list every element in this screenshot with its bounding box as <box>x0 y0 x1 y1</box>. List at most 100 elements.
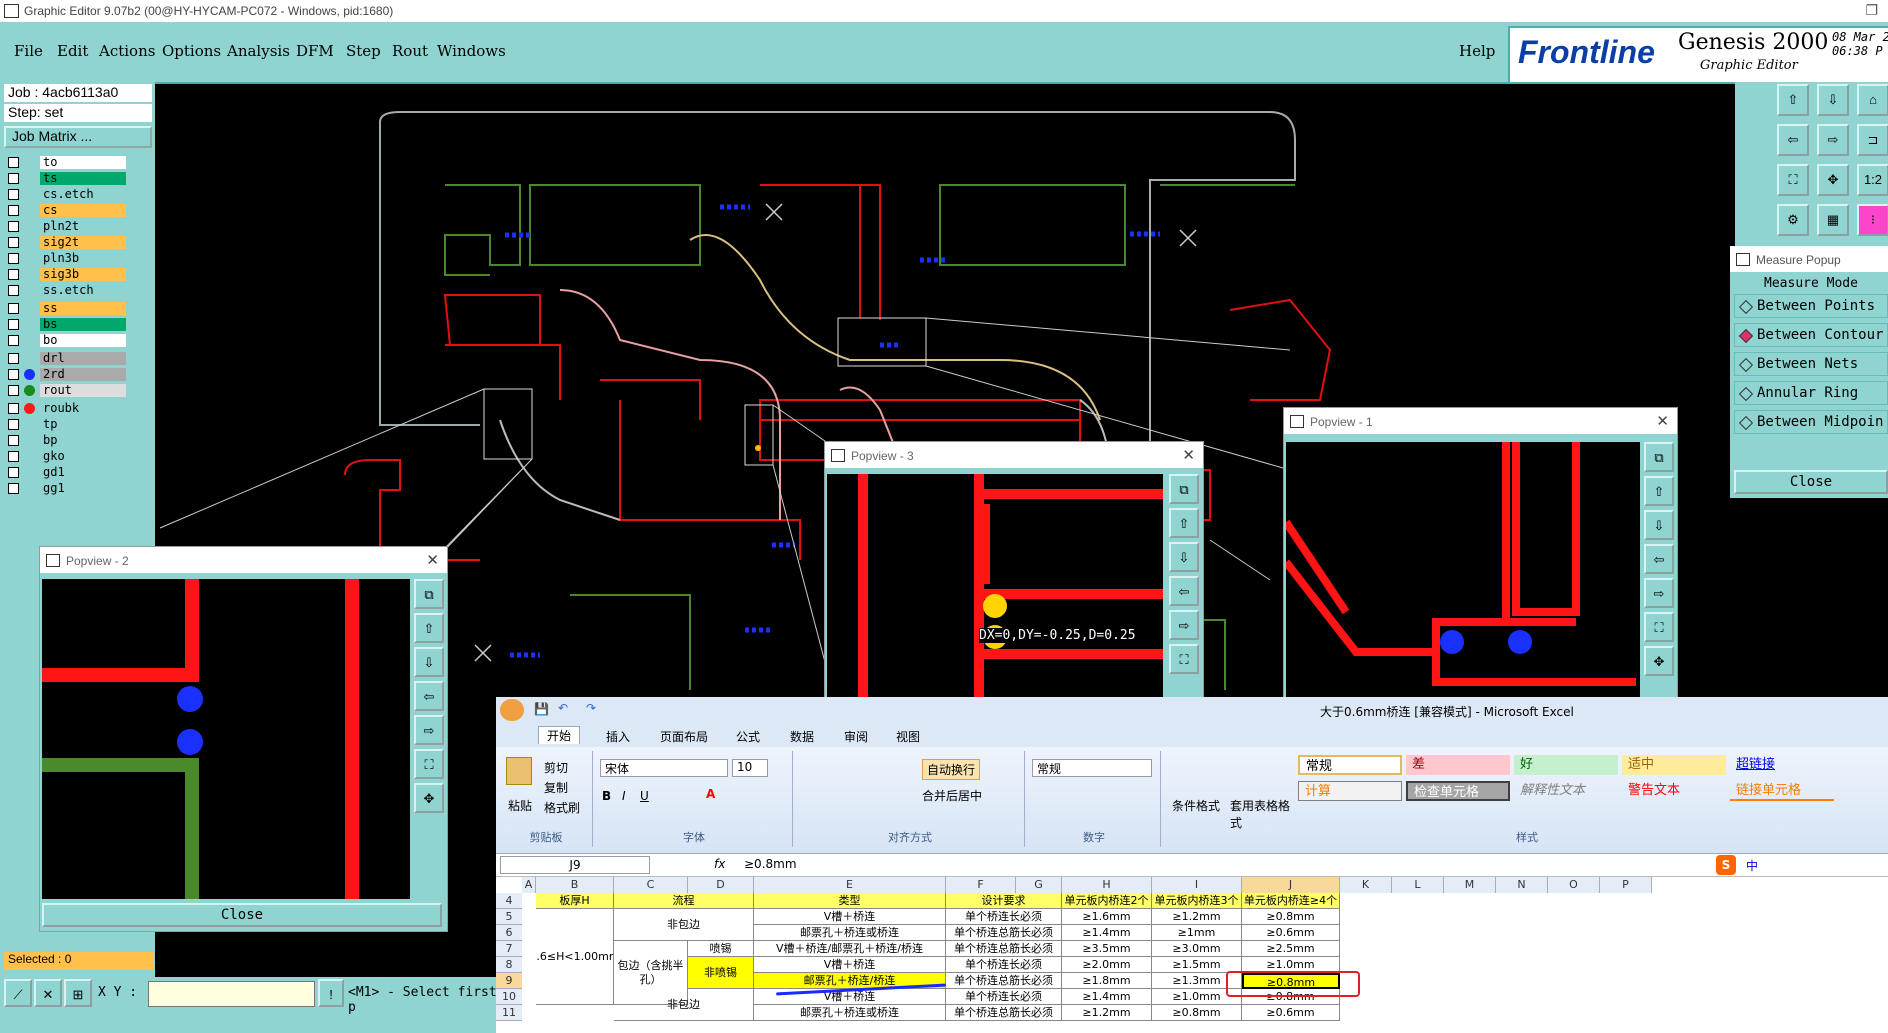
layer-checkbox[interactable] <box>8 451 19 462</box>
menu-actions[interactable]: Actions <box>99 42 155 60</box>
mode-annular-ring[interactable]: Annular Ring <box>1734 381 1888 405</box>
cell-requirement[interactable]: 单个桥连长必须 <box>946 989 1062 1005</box>
style-neutral[interactable]: 适中 <box>1622 755 1726 775</box>
layer-row[interactable]: pln2t <box>4 220 126 233</box>
cell-process[interactable]: 非包边 <box>614 989 754 1021</box>
mode-between-points[interactable]: Between Points <box>1734 294 1888 318</box>
view-left-icon[interactable]: ⇦ <box>1169 576 1199 606</box>
measure-close-button[interactable]: Close <box>1734 470 1888 494</box>
close-icon[interactable]: ✕ <box>1656 412 1669 430</box>
layer-row[interactable]: ts <box>4 172 126 185</box>
cell-value[interactable]: ≥3.0mm <box>1152 941 1242 957</box>
view-copy-icon[interactable]: ⧉ <box>414 579 444 609</box>
column-header[interactable]: B <box>536 877 614 893</box>
font-color-icon[interactable]: A <box>706 787 715 801</box>
font-size-select[interactable]: 10 <box>732 759 768 777</box>
tool-scale-icon[interactable]: 1:2 <box>1857 164 1888 196</box>
layer-row[interactable]: pln3b <box>4 252 126 265</box>
row-header[interactable]: 5 <box>496 909 522 925</box>
fx-icon[interactable]: fx <box>714 857 725 871</box>
layer-checkbox[interactable] <box>8 483 19 494</box>
layer-row[interactable]: gg1 <box>4 482 126 495</box>
cell-requirement[interactable]: 单个桥连总筋长必须 <box>946 973 1062 989</box>
cell-header[interactable]: 板厚H <box>536 893 614 909</box>
layer-row[interactable]: cs <box>4 204 126 217</box>
restore-icon[interactable]: ❐ <box>1865 2 1878 19</box>
layer-checkbox[interactable] <box>8 353 19 364</box>
layer-row[interactable]: tp <box>4 418 126 431</box>
tool-up-icon[interactable]: ⇧ <box>1777 84 1809 116</box>
cell-requirement[interactable]: 单个桥连长必须 <box>946 957 1062 973</box>
layer-row[interactable]: sig3b <box>4 268 126 281</box>
info-icon[interactable]: ! <box>318 979 344 1007</box>
cell-header[interactable]: 单元板内桥连≥4个 <box>1242 893 1340 909</box>
cell-header[interactable]: 单元板内桥连3个 <box>1152 893 1242 909</box>
layer-checkbox[interactable] <box>8 435 19 446</box>
tool-fit-icon[interactable]: ⛶ <box>1777 164 1809 196</box>
view-center-icon[interactable]: ✥ <box>414 783 444 813</box>
layer-row[interactable]: 2rd <box>4 368 126 381</box>
layer-row[interactable]: bp <box>4 434 126 447</box>
popview-2-view[interactable] <box>42 579 410 899</box>
row-header[interactable]: 7 <box>496 941 522 957</box>
layer-row[interactable]: ss <box>4 302 126 315</box>
cell-requirement[interactable]: 单个桥连长必须 <box>946 909 1062 925</box>
view-down-icon[interactable]: ⇩ <box>1169 542 1199 572</box>
view-down-icon[interactable]: ⇩ <box>1644 510 1674 540</box>
column-header[interactable]: I <box>1152 877 1242 893</box>
layer-row[interactable]: ss.etch <box>4 284 126 297</box>
format-as-table-button[interactable]: 套用表格格式 <box>1230 797 1290 831</box>
view-fit-icon[interactable]: ⛶ <box>1169 644 1199 674</box>
cell-value[interactable]: ≥3.5mm <box>1062 941 1152 957</box>
paste-button[interactable]: 粘贴 <box>508 797 532 814</box>
row-header[interactable]: 9 <box>496 973 522 989</box>
cell-requirement[interactable]: 单个桥连总筋长必须 <box>946 925 1062 941</box>
layer-checkbox[interactable] <box>8 385 19 396</box>
style-hyperlink[interactable]: 超链接 <box>1730 755 1834 775</box>
row-header[interactable]: 8 <box>496 957 522 973</box>
menu-file[interactable]: File <box>14 42 43 60</box>
layer-checkbox[interactable] <box>8 285 19 296</box>
cell-type[interactable]: V槽＋桥连/邮票孔＋桥连/桥连 <box>754 941 946 957</box>
cell-type[interactable]: V槽＋桥连 <box>754 957 946 973</box>
style-linked-cell[interactable]: 链接单元格 <box>1730 781 1834 801</box>
tool-pan-icon[interactable]: ⊐ <box>1857 124 1888 156</box>
tab-layout[interactable]: 页面布局 <box>660 728 708 745</box>
cell-value[interactable]: ≥1.4mm <box>1062 989 1152 1005</box>
layer-checkbox[interactable] <box>8 403 19 414</box>
layer-checkbox[interactable] <box>8 205 19 216</box>
row-header[interactable]: 6 <box>496 925 522 941</box>
spreadsheet-grid[interactable]: A B C D E F G H I J K L M N O P 4 5 6 7 8 9 10 11 板厚H 流程 类型 设计要求 单元板… <box>496 877 1888 1033</box>
style-normal[interactable]: 常规 <box>1298 755 1402 775</box>
menu-windows[interactable]: Windows <box>437 42 506 60</box>
cell-thickness[interactable]: 0.6≤H<1.00mm <box>536 909 614 1005</box>
layer-checkbox[interactable] <box>8 157 19 168</box>
layer-row[interactable]: to <box>4 156 126 169</box>
cell-requirement[interactable]: 单个桥连总筋长必须 <box>946 941 1062 957</box>
view-up-icon[interactable]: ⇧ <box>1644 476 1674 506</box>
layer-checkbox[interactable] <box>8 253 19 264</box>
tool-home-icon[interactable]: ⌂ <box>1857 84 1888 116</box>
layer-checkbox[interactable] <box>8 319 19 330</box>
tab-insert[interactable]: 插入 <box>606 728 630 745</box>
row-header[interactable]: 11 <box>496 1005 522 1021</box>
cell-header[interactable]: 单元板内桥连2个 <box>1062 893 1152 909</box>
ime-mode[interactable]: 中 <box>1746 857 1758 874</box>
bold-icon[interactable]: B <box>602 789 611 803</box>
conditional-format-button[interactable]: 条件格式 <box>1172 797 1220 814</box>
layer-row[interactable]: rout <box>4 384 126 397</box>
column-header[interactable]: M <box>1444 877 1496 893</box>
cell-value[interactable]: ≥0.8mm <box>1242 909 1340 925</box>
column-header[interactable]: C <box>614 877 688 893</box>
layer-row[interactable]: drl <box>4 352 126 365</box>
close-icon[interactable]: ✕ <box>426 551 439 569</box>
row-header[interactable]: 10 <box>496 989 522 1005</box>
cell-value[interactable]: ≥2.0mm <box>1062 957 1152 973</box>
layer-row[interactable]: bo <box>4 334 126 347</box>
view-right-icon[interactable]: ⇨ <box>1169 610 1199 640</box>
tool-center-icon[interactable]: ✥ <box>1817 164 1849 196</box>
column-header[interactable]: N <box>1496 877 1548 893</box>
cell-value[interactable]: ≥0.8mm <box>1152 1005 1242 1021</box>
cell-header[interactable]: 类型 <box>754 893 946 909</box>
paste-icon[interactable] <box>506 757 532 785</box>
